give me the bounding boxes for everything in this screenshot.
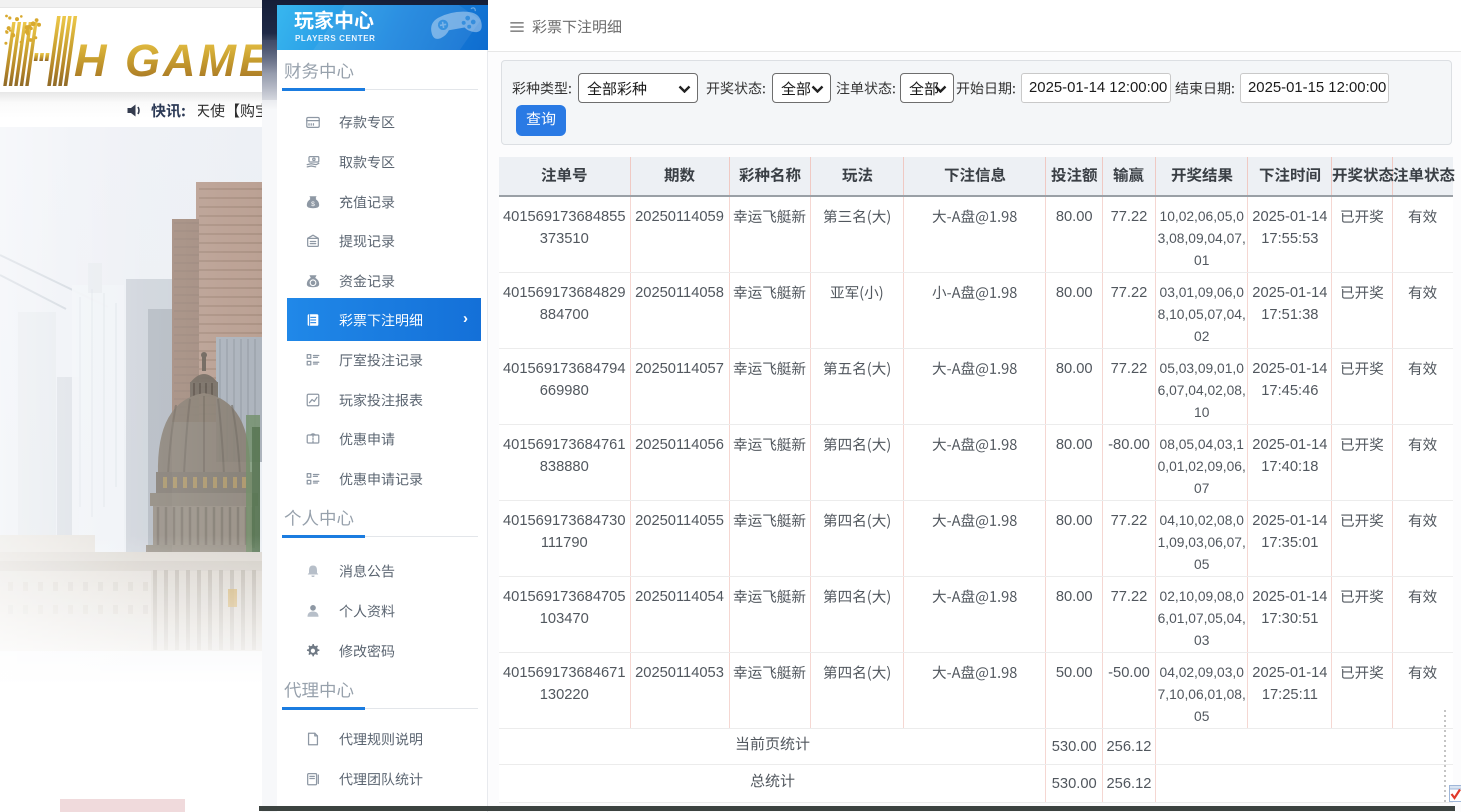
- svg-text:$: $: [311, 201, 315, 208]
- svg-text:H GAME: H GAME: [74, 35, 262, 86]
